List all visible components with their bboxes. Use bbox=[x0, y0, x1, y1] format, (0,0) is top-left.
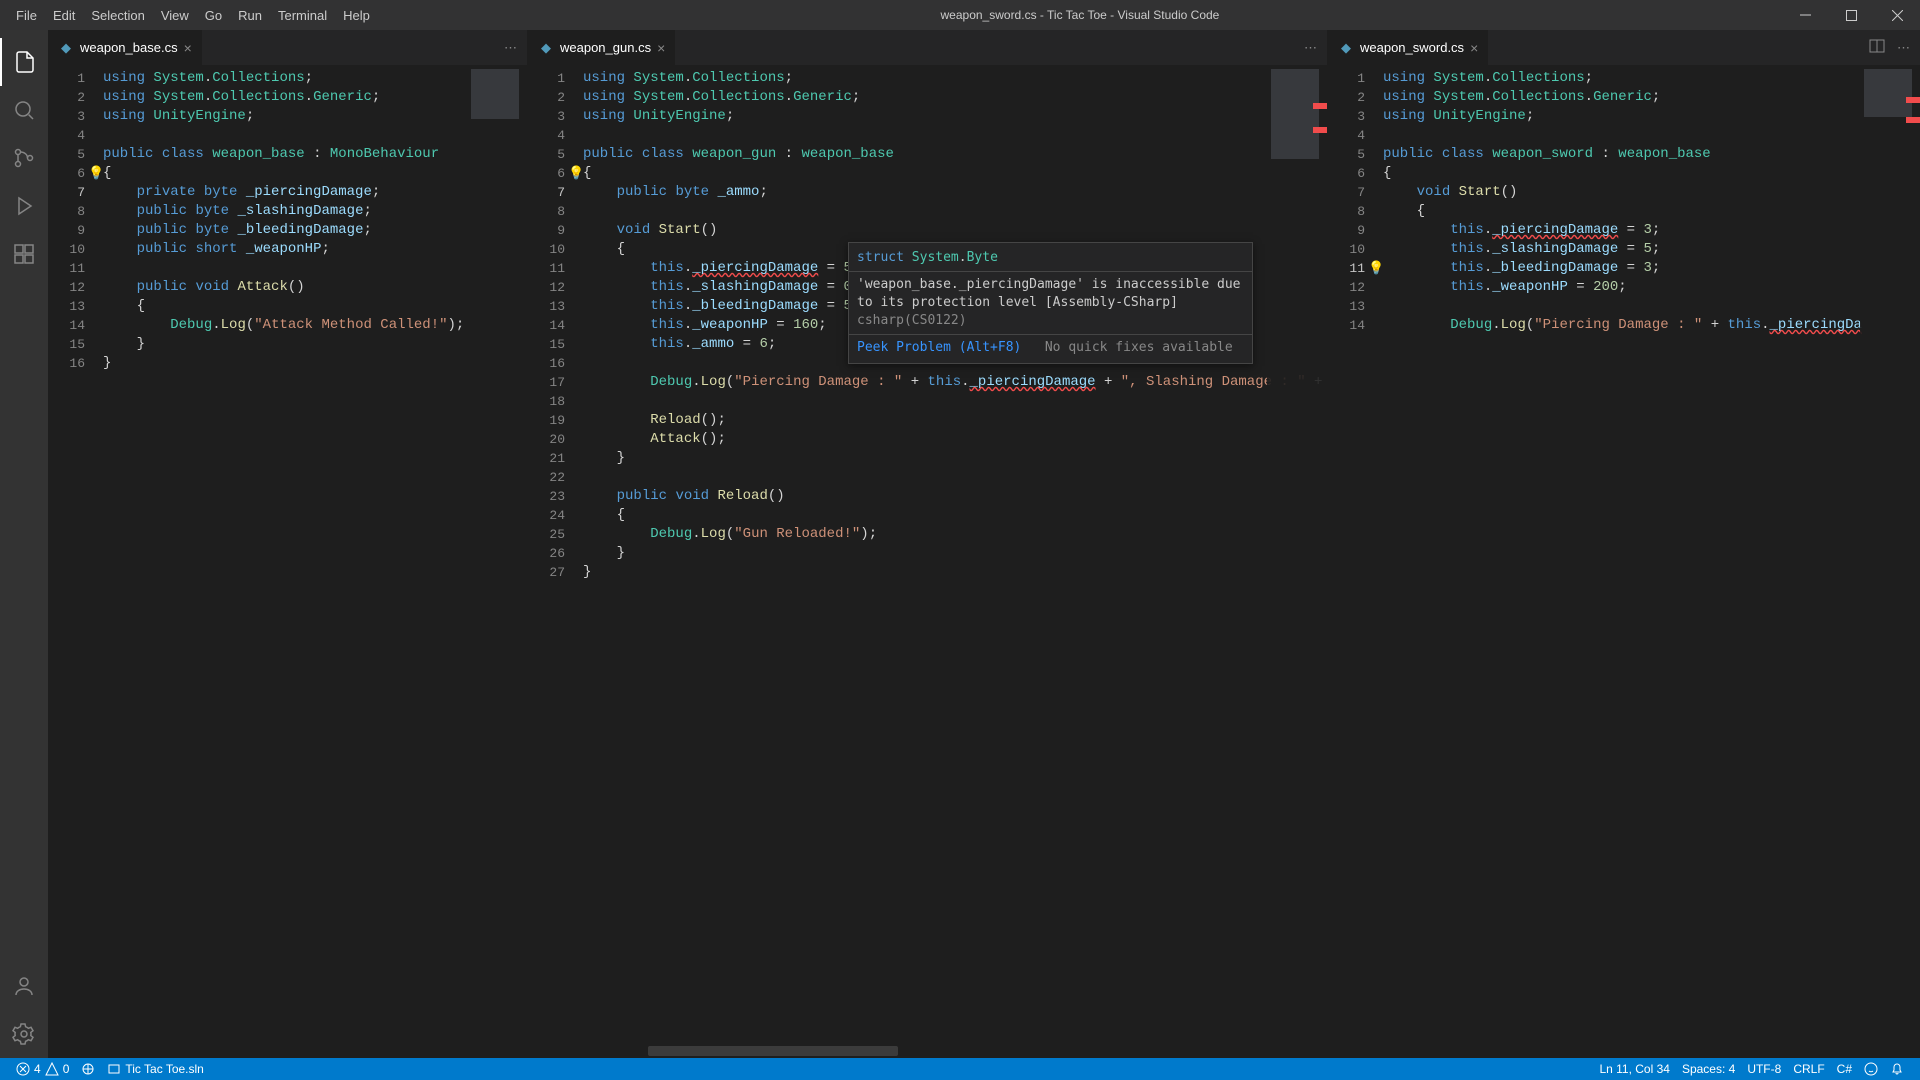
activity-account-icon[interactable] bbox=[0, 962, 48, 1010]
menu-help[interactable]: Help bbox=[335, 0, 378, 30]
menu-file[interactable]: File bbox=[8, 0, 45, 30]
split-editor-icon[interactable] bbox=[1869, 38, 1885, 57]
status-problems[interactable]: 4 0 bbox=[10, 1062, 75, 1076]
tab-label: weapon_base.cs bbox=[80, 40, 178, 55]
status-bar: 4 0 Tic Tac Toe.sln Ln 11, Col 34 Spaces… bbox=[0, 1058, 1920, 1080]
lightbulb-icon[interactable]: 💡 bbox=[568, 164, 584, 183]
horizontal-scrollbar[interactable] bbox=[648, 1046, 898, 1056]
status-cursor[interactable]: Ln 11, Col 34 bbox=[1593, 1062, 1676, 1076]
titlebar: File Edit Selection View Go Run Terminal… bbox=[0, 0, 1920, 30]
status-language[interactable]: C# bbox=[1831, 1062, 1858, 1076]
editor-groups: ◆ weapon_base.cs × ⋯ 1234567891011121314… bbox=[48, 30, 1920, 1058]
menu-go[interactable]: Go bbox=[197, 0, 230, 30]
peek-problem-link[interactable]: Peek Problem (Alt+F8) bbox=[857, 340, 1021, 355]
editor-group-1: ◆ weapon_gun.cs × ⋯ 12345678910111213141… bbox=[528, 30, 1328, 1058]
hover-header: struct System.Byte bbox=[857, 249, 1244, 267]
code-area-0[interactable]: 12345678910111213141516 💡 using System.C… bbox=[48, 65, 527, 1058]
tab-weapon-gun[interactable]: ◆ weapon_gun.cs × bbox=[528, 30, 676, 65]
tab-label: weapon_gun.cs bbox=[560, 40, 651, 55]
no-fix-label: No quick fixes available bbox=[1045, 340, 1233, 355]
code-0[interactable]: using System.Collections;using System.Co… bbox=[103, 65, 527, 373]
menu-bar: File Edit Selection View Go Run Terminal… bbox=[0, 0, 378, 30]
activity-debug-icon[interactable] bbox=[0, 182, 48, 230]
activity-settings-icon[interactable] bbox=[0, 1010, 48, 1058]
status-feedback-icon[interactable] bbox=[1858, 1062, 1884, 1076]
menu-terminal[interactable]: Terminal bbox=[270, 0, 335, 30]
activity-extensions-icon[interactable] bbox=[0, 230, 48, 278]
tabs-2: ◆ weapon_sword.cs × ⋯ bbox=[1328, 30, 1920, 65]
gutter-0: 12345678910111213141516 bbox=[48, 65, 103, 373]
gutter-1: 1234567891011121314151617181920212223242… bbox=[528, 65, 583, 582]
minimap-0[interactable] bbox=[467, 65, 527, 1058]
overview-ruler-2[interactable] bbox=[1906, 65, 1920, 1058]
code-area-1[interactable]: 1234567891011121314151617181920212223242… bbox=[528, 65, 1327, 1058]
status-eol[interactable]: CRLF bbox=[1787, 1062, 1830, 1076]
activity-search-icon[interactable] bbox=[0, 86, 48, 134]
tab-label: weapon_sword.cs bbox=[1360, 40, 1464, 55]
hover-actions: Peek Problem (Alt+F8) No quick fixes ava… bbox=[857, 339, 1244, 357]
close-icon[interactable]: × bbox=[1470, 40, 1478, 56]
tab-weapon-sword[interactable]: ◆ weapon_sword.cs × bbox=[1328, 30, 1489, 65]
editor-actions-ellipsis-icon[interactable]: ⋯ bbox=[1897, 40, 1910, 56]
lightbulb-icon[interactable]: 💡 bbox=[1368, 259, 1384, 278]
activity-explorer-icon[interactable] bbox=[0, 38, 48, 86]
status-encoding[interactable]: UTF-8 bbox=[1741, 1062, 1787, 1076]
status-live-share[interactable] bbox=[75, 1062, 101, 1076]
close-icon[interactable]: × bbox=[184, 40, 192, 56]
window-controls bbox=[1782, 0, 1920, 30]
csharp-file-icon: ◆ bbox=[58, 40, 74, 56]
tabs-1: ◆ weapon_gun.cs × ⋯ bbox=[528, 30, 1327, 65]
hover-message: 'weapon_base._piercingDamage' is inacces… bbox=[857, 276, 1244, 330]
minimize-button[interactable] bbox=[1782, 0, 1828, 30]
close-icon[interactable]: × bbox=[657, 40, 665, 56]
menu-run[interactable]: Run bbox=[230, 0, 270, 30]
lightbulb-icon[interactable]: 💡 bbox=[88, 164, 104, 183]
activity-scm-icon[interactable] bbox=[0, 134, 48, 182]
csharp-file-icon: ◆ bbox=[538, 40, 554, 56]
menu-edit[interactable]: Edit bbox=[45, 0, 83, 30]
gutter-2: 1234567891011121314 bbox=[1328, 65, 1383, 335]
maximize-button[interactable] bbox=[1828, 0, 1874, 30]
menu-view[interactable]: View bbox=[153, 0, 197, 30]
editor-actions-ellipsis-icon[interactable]: ⋯ bbox=[504, 40, 517, 56]
activity-bar bbox=[0, 30, 48, 1058]
status-bell-icon[interactable] bbox=[1884, 1062, 1910, 1076]
tab-weapon-base[interactable]: ◆ weapon_base.cs × bbox=[48, 30, 203, 65]
tabs-0: ◆ weapon_base.cs × ⋯ bbox=[48, 30, 527, 65]
window-title: weapon_sword.cs - Tic Tac Toe - Visual S… bbox=[378, 8, 1782, 22]
csharp-file-icon: ◆ bbox=[1338, 40, 1354, 56]
code-area-2[interactable]: 1234567891011121314 💡 using System.Colle… bbox=[1328, 65, 1920, 1058]
editor-actions-ellipsis-icon[interactable]: ⋯ bbox=[1304, 40, 1317, 56]
main-area: ◆ weapon_base.cs × ⋯ 1234567891011121314… bbox=[0, 30, 1920, 1058]
editor-group-0: ◆ weapon_base.cs × ⋯ 1234567891011121314… bbox=[48, 30, 528, 1058]
status-solution[interactable]: Tic Tac Toe.sln bbox=[101, 1062, 209, 1076]
close-button[interactable] bbox=[1874, 0, 1920, 30]
editor-group-2: ◆ weapon_sword.cs × ⋯ 123456789101112131… bbox=[1328, 30, 1920, 1058]
overview-ruler-1[interactable] bbox=[1313, 65, 1327, 1058]
code-2[interactable]: using System.Collections;using System.Co… bbox=[1383, 65, 1920, 335]
menu-selection[interactable]: Selection bbox=[83, 0, 152, 30]
status-indent[interactable]: Spaces: 4 bbox=[1676, 1062, 1741, 1076]
hover-popup: struct System.Byte 'weapon_base._piercin… bbox=[848, 242, 1253, 364]
